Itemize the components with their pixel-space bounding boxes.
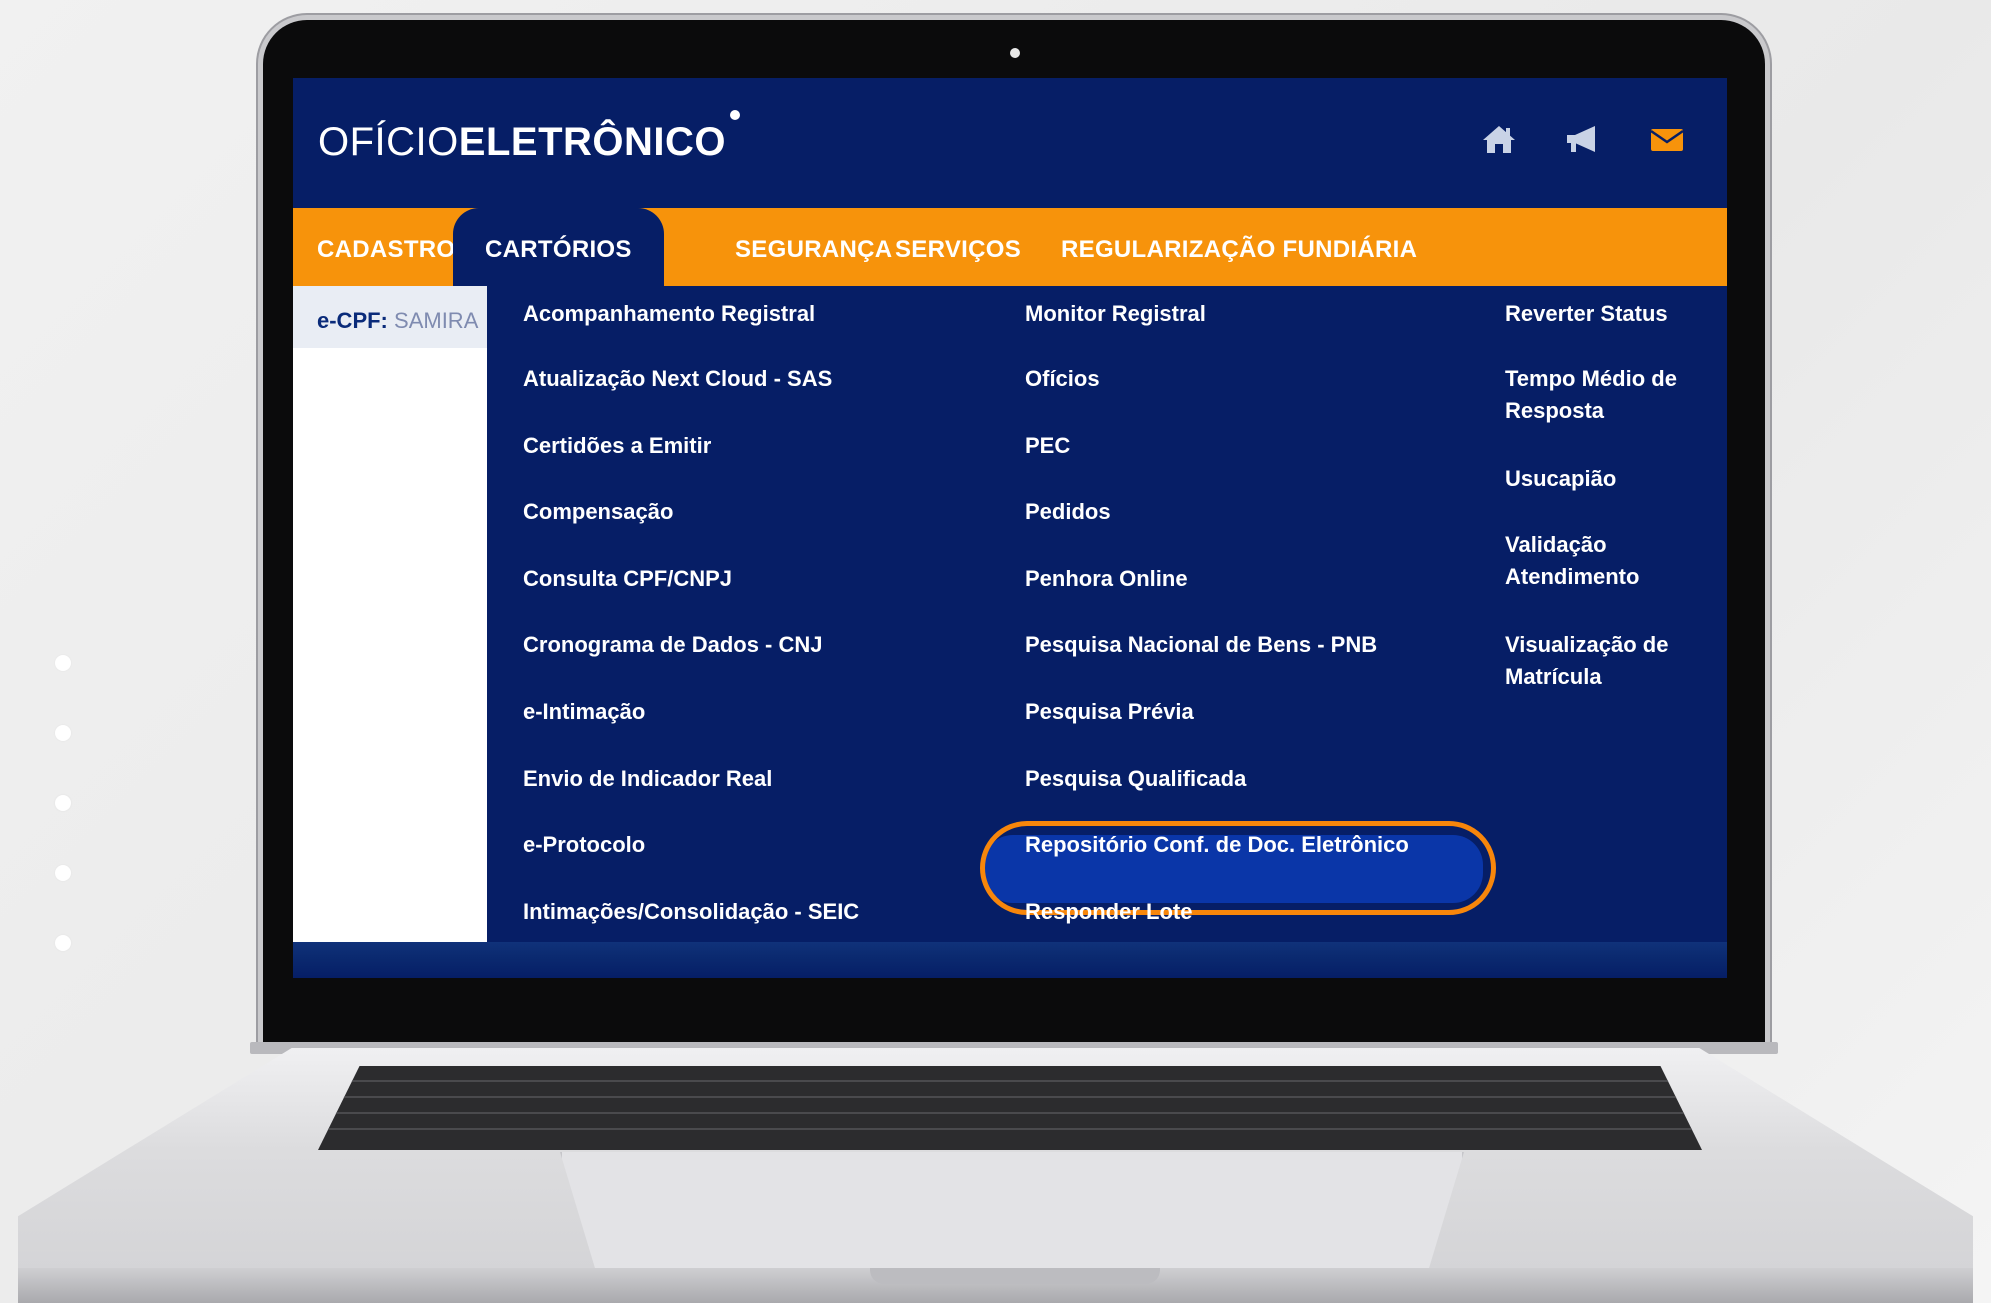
decorative-dots xyxy=(55,655,75,1005)
menu-item[interactable]: Certidões a Emitir xyxy=(523,430,711,462)
mail-icon[interactable] xyxy=(1647,122,1687,156)
top-header: OFÍCIOELETRÔNICO xyxy=(293,78,1727,208)
menu-item[interactable]: Ofícios xyxy=(1025,363,1100,395)
logo-bold-text: ELETRÔNICO xyxy=(458,120,727,164)
main-nav: CADASTROS CARTÓRIOS SEGURANÇA SERVIÇOS R… xyxy=(293,208,1727,286)
home-icon[interactable] xyxy=(1479,122,1519,156)
nav-cadastros[interactable]: CADASTROS xyxy=(317,208,472,286)
menu-item[interactable]: Validação Atendimento xyxy=(1505,529,1705,593)
menu-item-highlighted[interactable]: Repositório Conf. de Doc. Eletrônico xyxy=(1025,829,1409,861)
menu-item[interactable]: Cronograma de Dados - CNJ xyxy=(523,629,823,661)
camera-dot xyxy=(1010,48,1020,58)
menu-item[interactable]: Pesquisa Prévia xyxy=(1025,696,1194,728)
menu-item[interactable]: Responder Lote xyxy=(1025,896,1192,928)
laptop-bezel: OFÍCIOELETRÔNICO CADASTROS CARTÓRIOS SEG… xyxy=(263,20,1765,1045)
cpf-value: SAMIRA xyxy=(394,308,479,333)
laptop-screen: OFÍCIOELETRÔNICO CADASTROS CARTÓRIOS SEG… xyxy=(293,78,1727,978)
menu-item[interactable]: Consulta CPF/CNPJ xyxy=(523,563,732,595)
megaphone-icon[interactable] xyxy=(1563,122,1603,156)
menu-item[interactable]: Monitor Registral xyxy=(1025,298,1206,330)
menu-item[interactable]: Atualização Next Cloud - SAS xyxy=(523,363,832,395)
screen-bottom-edge xyxy=(293,942,1727,978)
menu-item[interactable]: Intimações/Consolidação - SEIC xyxy=(523,896,859,928)
nav-seguranca[interactable]: SEGURANÇA xyxy=(735,208,892,286)
menu-item[interactable]: Usucapião xyxy=(1505,463,1616,495)
trackpad xyxy=(560,1152,1464,1272)
menu-item[interactable]: Penhora Online xyxy=(1025,563,1188,595)
menu-item[interactable]: Pedidos xyxy=(1025,496,1111,528)
menu-item[interactable]: Reverter Status xyxy=(1505,298,1668,330)
keyboard xyxy=(318,1066,1702,1150)
nav-servicos[interactable]: SERVIÇOS xyxy=(895,208,1021,286)
logo-dot xyxy=(730,110,741,120)
user-side-panel: e-CPF: SAMIRA xyxy=(293,286,487,946)
menu-item[interactable]: PEC xyxy=(1025,430,1070,462)
nav-regularizacao-fundiaria[interactable]: REGULARIZAÇÃO FUNDIÁRIA xyxy=(1061,208,1417,286)
menu-item[interactable]: Tempo Médio de Resposta xyxy=(1505,363,1705,427)
cpf-label: e-CPF: xyxy=(317,308,388,333)
menu-item[interactable]: Pesquisa Nacional de Bens - PNB xyxy=(1025,629,1377,661)
logo-light-text: OFÍCIO xyxy=(318,120,459,164)
header-icons xyxy=(1479,122,1687,156)
laptop-notch xyxy=(870,1268,1160,1284)
menu-item[interactable]: Visualização de Matrícula xyxy=(1505,629,1705,693)
menu-item[interactable]: e-Protocolo xyxy=(523,829,645,861)
user-cpf: e-CPF: SAMIRA xyxy=(317,308,478,334)
logo[interactable]: OFÍCIOELETRÔNICO xyxy=(318,110,741,165)
nav-cartorios[interactable]: CARTÓRIOS xyxy=(453,208,664,286)
menu-item[interactable]: Acompanhamento Registral xyxy=(523,298,815,330)
menu-item[interactable]: Pesquisa Qualificada xyxy=(1025,763,1246,795)
menu-item[interactable]: e-Intimação xyxy=(523,696,645,728)
menu-item[interactable]: Envio de Indicador Real xyxy=(523,763,772,795)
menu-item[interactable]: Compensação xyxy=(523,496,673,528)
